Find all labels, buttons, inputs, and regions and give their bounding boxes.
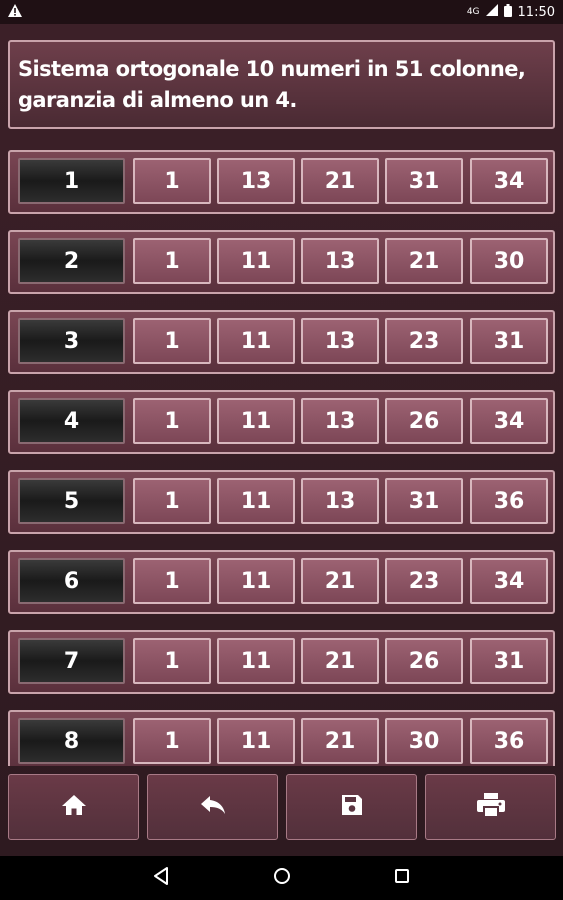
combinations-list[interactable]: 1 1 13 21 31 34 2 1 11 13 21 30 3 1 11 13 23 31 4 1 11 13 26 34… — [0, 150, 563, 766]
number-cell: 1 — [133, 718, 211, 764]
number-cell: 21 — [385, 238, 463, 284]
number-cell: 31 — [385, 158, 463, 204]
number-cell: 30 — [385, 718, 463, 764]
row-index: 1 — [18, 158, 125, 204]
number-cell: 1 — [133, 238, 211, 284]
home-circle-icon — [273, 867, 291, 889]
number-cell: 11 — [217, 398, 295, 444]
combination-row: 3 1 11 13 23 31 — [8, 310, 555, 374]
combination-row: 1 1 13 21 31 34 — [8, 150, 555, 214]
home-button[interactable] — [8, 774, 139, 840]
signal-icon — [485, 4, 498, 20]
number-cell: 21 — [301, 158, 379, 204]
back-triangle-icon — [153, 867, 169, 889]
print-button[interactable] — [425, 774, 556, 840]
home-icon — [61, 794, 87, 820]
warning-icon — [8, 3, 22, 21]
number-cell: 34 — [470, 158, 548, 204]
battery-icon — [503, 3, 512, 21]
network-type-label: 4G — [466, 6, 480, 17]
system-title: Sistema ortogonale 10 numeri in 51 colon… — [18, 57, 526, 112]
number-cell: 34 — [470, 398, 548, 444]
clock: 11:50 — [517, 4, 555, 20]
number-cell: 36 — [470, 478, 548, 524]
combination-row: 7 1 11 21 26 31 — [8, 630, 555, 694]
row-index: 2 — [18, 238, 125, 284]
number-cell: 1 — [133, 478, 211, 524]
number-cell: 11 — [217, 478, 295, 524]
back-arrow-icon — [199, 794, 227, 820]
number-cell: 21 — [301, 638, 379, 684]
number-cell: 34 — [470, 558, 548, 604]
main-content: Sistema ortogonale 10 numeri in 51 colon… — [0, 24, 563, 856]
number-cell: 31 — [470, 318, 548, 364]
number-cell: 31 — [385, 478, 463, 524]
number-cell: 13 — [217, 158, 295, 204]
status-right: 4G 11:50 — [466, 3, 555, 21]
combination-row: 5 1 11 13 31 36 — [8, 470, 555, 534]
combination-row: 4 1 11 13 26 34 — [8, 390, 555, 454]
number-cell: 26 — [385, 398, 463, 444]
number-cell: 30 — [470, 238, 548, 284]
system-title-box: Sistema ortogonale 10 numeri in 51 colon… — [8, 40, 555, 129]
row-index: 7 — [18, 638, 125, 684]
combination-row: 8 1 11 21 30 36 — [8, 710, 555, 766]
number-cell: 1 — [133, 638, 211, 684]
number-cell: 11 — [217, 318, 295, 364]
save-icon — [340, 793, 364, 821]
bottom-toolbar — [0, 774, 563, 844]
number-cell: 36 — [470, 718, 548, 764]
row-index: 3 — [18, 318, 125, 364]
number-cell: 26 — [385, 638, 463, 684]
row-index: 6 — [18, 558, 125, 604]
number-cell: 11 — [217, 638, 295, 684]
nav-home-button[interactable] — [270, 866, 294, 890]
number-cell: 21 — [301, 718, 379, 764]
number-cell: 1 — [133, 558, 211, 604]
navigation-bar — [0, 856, 563, 900]
save-button[interactable] — [286, 774, 417, 840]
number-cell: 1 — [133, 398, 211, 444]
number-cell: 11 — [217, 558, 295, 604]
combination-row: 6 1 11 21 23 34 — [8, 550, 555, 614]
number-cell: 23 — [385, 558, 463, 604]
number-cell: 1 — [133, 158, 211, 204]
number-cell: 21 — [301, 558, 379, 604]
number-cell: 23 — [385, 318, 463, 364]
number-cell: 13 — [301, 238, 379, 284]
number-cell: 13 — [301, 478, 379, 524]
print-icon — [476, 792, 506, 822]
number-cell: 11 — [217, 238, 295, 284]
row-index: 8 — [18, 718, 125, 764]
row-index: 5 — [18, 478, 125, 524]
number-cell: 31 — [470, 638, 548, 684]
number-cell: 1 — [133, 318, 211, 364]
number-cell: 13 — [301, 398, 379, 444]
nav-recents-button[interactable] — [390, 866, 414, 890]
back-button[interactable] — [147, 774, 278, 840]
recents-square-icon — [394, 868, 410, 888]
row-index: 4 — [18, 398, 125, 444]
combination-row: 2 1 11 13 21 30 — [8, 230, 555, 294]
status-bar: 4G 11:50 — [0, 0, 563, 24]
nav-back-button[interactable] — [149, 866, 173, 890]
number-cell: 11 — [217, 718, 295, 764]
number-cell: 13 — [301, 318, 379, 364]
